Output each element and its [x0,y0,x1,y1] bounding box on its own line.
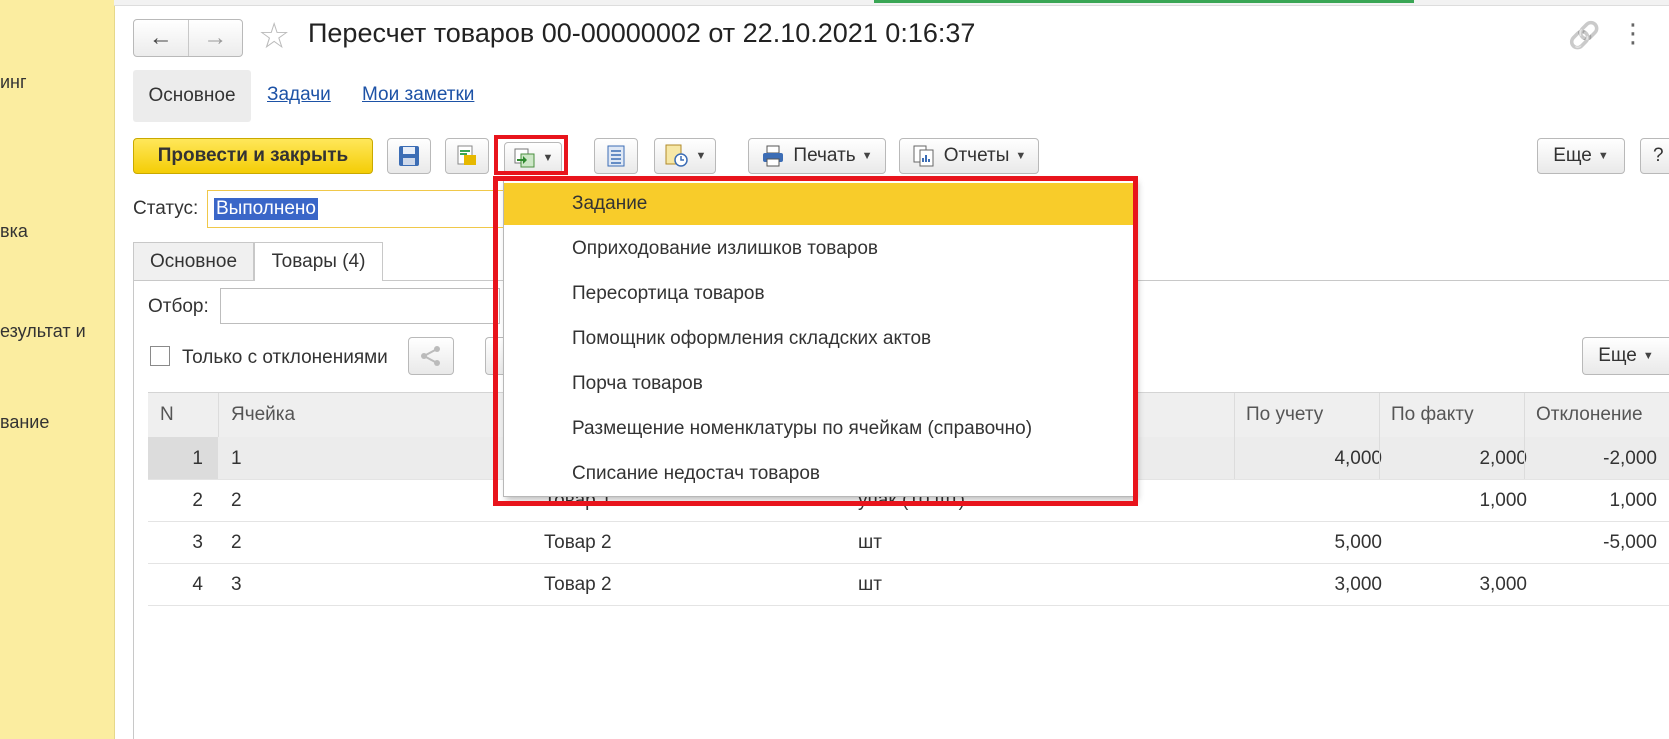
forward-arrow-icon[interactable]: → [187,20,243,56]
row-deviation: -2,000 [1603,448,1657,469]
annotation-highlight-menu [493,176,1138,506]
more-label: Еще [1553,145,1592,166]
list-icon [607,145,625,167]
annotation-highlight-button [494,135,568,175]
column-header-fact[interactable]: По факту [1391,404,1474,426]
row-deviation: 1,000 [1609,490,1657,511]
row-number: 4 [192,574,203,595]
column-header-deviation[interactable]: Отклонение [1536,404,1643,426]
page-title: Пересчет товаров 00-00000002 от 22.10.20… [308,18,976,48]
sidebar-item[interactable]: вание [0,412,49,433]
only-deviations-checkbox[interactable] [150,346,170,366]
row-deviation: -5,000 [1603,532,1657,553]
printer-icon [763,145,784,167]
sidebar-item[interactable]: вка [0,221,28,242]
attachments-button[interactable]: ▼ [654,138,716,174]
print-label: Печать [793,145,856,166]
tab-main[interactable]: Основное [133,242,254,280]
panel-border [133,280,134,739]
star-icon[interactable]: ☆ [258,16,290,56]
post-document-icon [457,145,476,165]
back-arrow-icon[interactable]: ← [134,20,188,56]
section-tab-tasks[interactable]: Задачи [267,84,331,106]
reports-label: Отчеты [943,145,1010,166]
only-deviations-label[interactable]: Только с отклонениями [182,347,388,369]
sidebar-item[interactable]: инг [0,72,27,93]
reports-button[interactable]: Отчеты ▼ [899,138,1039,174]
tab-goods[interactable]: Товары (4) [254,242,383,281]
sidebar-item[interactable]: езультат и [0,321,86,342]
row-cell: 2 [231,532,242,553]
row-fact: 1,000 [1479,490,1527,511]
table-row[interactable]: 3 2 Товар 2 шт 5,000 -5,000 [148,521,1669,564]
table-more-button[interactable]: Еще ▼ [1582,337,1669,375]
table-row[interactable]: 4 3 Товар 2 шт 3,000 3,000 [148,563,1669,606]
save-button[interactable] [387,138,431,174]
link-icon[interactable]: 🔗 [1568,20,1600,51]
row-number: 1 [192,448,203,469]
row-fact: 3,000 [1479,574,1527,595]
table-more-label: Еще [1598,345,1637,366]
structure-button[interactable] [594,138,638,174]
document-clock-icon [665,144,688,167]
row-unit: шт [858,532,882,553]
section-tab-notes[interactable]: Мои заметки [362,84,474,106]
row-product: Товар 2 [544,532,612,553]
share-icon [421,346,440,366]
sidebar: инг вка езультат и вание [0,0,115,739]
row-cell: 1 [231,448,242,469]
reports-icon [913,145,934,167]
filter-label: Отбор: [148,296,209,317]
row-fact: 2,000 [1479,448,1527,469]
more-vertical-icon[interactable]: ⋮ [1620,18,1646,49]
column-header-book[interactable]: По учету [1246,404,1323,426]
status-value: Выполнено [214,198,318,220]
column-header-n[interactable]: N [160,404,174,426]
section-tab-main[interactable]: Основное [133,70,251,122]
row-number: 3 [192,532,203,553]
help-button[interactable]: ? [1640,138,1669,174]
share-button[interactable] [408,337,454,375]
top-tabs-strip [114,0,1669,6]
floppy-disk-icon [399,146,419,166]
column-header-cell[interactable]: Ячейка [231,404,295,426]
row-number: 2 [192,490,203,511]
more-button[interactable]: Еще ▼ [1537,138,1625,174]
post-button[interactable] [445,138,489,174]
row-book: 4,000 [1334,448,1382,469]
navigation-buttons: ← → [133,19,243,57]
row-cell: 3 [231,574,242,595]
filter-input[interactable] [220,288,500,324]
print-button[interactable]: Печать ▼ [748,138,886,174]
post-and-close-button[interactable]: Провести и закрыть [133,138,373,174]
status-field[interactable]: Выполнено [207,190,507,228]
row-book: 5,000 [1334,532,1382,553]
row-product: Товар 2 [544,574,612,595]
row-unit: шт [858,574,882,595]
row-book: 3,000 [1334,574,1382,595]
status-label: Статус: [133,198,199,219]
row-cell: 2 [231,490,242,511]
